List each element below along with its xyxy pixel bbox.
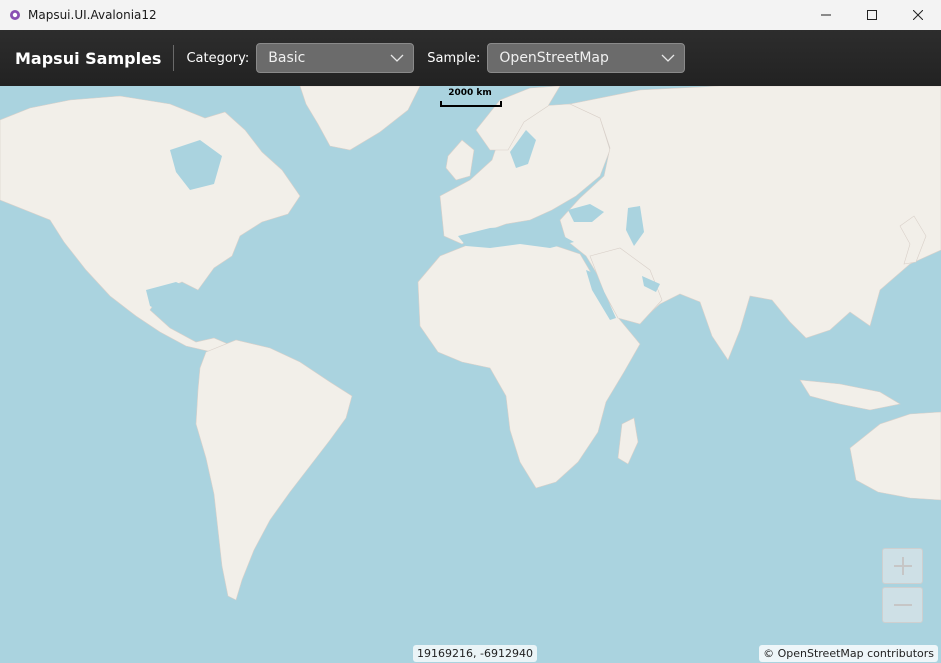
- chevron-down-icon: [661, 54, 675, 62]
- scale-bar-line: [440, 101, 502, 107]
- map-view[interactable]: 2000 km: [0, 86, 941, 663]
- landmass-madagascar: [617, 417, 639, 465]
- window-title: Mapsui.UI.Avalonia12: [28, 8, 157, 22]
- landmass-greenland: [299, 86, 421, 151]
- scale-label: 2000 km: [448, 88, 492, 98]
- landmass-australia: [849, 411, 941, 501]
- category-dropdown[interactable]: Basic: [256, 43, 415, 73]
- toolbar: Mapsui Samples Category: Basic Sample: O…: [0, 30, 941, 86]
- scale-bar: 2000 km: [440, 88, 502, 107]
- minimize-icon: [821, 14, 831, 16]
- toolbar-divider: [173, 45, 175, 71]
- minimize-button[interactable]: [803, 0, 849, 30]
- maximize-icon: [867, 10, 877, 20]
- sample-dropdown[interactable]: OpenStreetMap: [487, 43, 686, 73]
- zoom-control: [882, 548, 923, 626]
- sample-value: OpenStreetMap: [499, 50, 609, 66]
- landmass-south-america: [195, 339, 353, 601]
- category-label: Category:: [186, 50, 250, 66]
- brand-title: Mapsui Samples: [15, 48, 162, 68]
- landmass-british-isles: [445, 139, 475, 181]
- maximize-button[interactable]: [849, 0, 895, 30]
- category-value: Basic: [268, 50, 306, 66]
- landmass-indonesia: [799, 379, 901, 411]
- bay-of-bengal: [752, 300, 780, 336]
- title-bar: Mapsui.UI.Avalonia12: [0, 0, 941, 30]
- coordinate-readout: 19169216, -6912940: [413, 645, 537, 662]
- landmass-north-america: [0, 95, 301, 353]
- world-map-tiles: [0, 86, 941, 601]
- sample-label: Sample:: [427, 50, 481, 66]
- zoom-out-button[interactable]: [882, 587, 923, 623]
- minus-icon: [893, 604, 912, 606]
- chevron-down-icon: [390, 54, 404, 62]
- close-icon: [913, 10, 923, 20]
- zoom-in-button[interactable]: [882, 548, 923, 584]
- map-attribution[interactable]: © OpenStreetMap contributors: [759, 645, 938, 662]
- close-button[interactable]: [895, 0, 941, 30]
- app-icon: [9, 9, 21, 21]
- plus-icon: [893, 557, 912, 575]
- window-controls: [803, 0, 941, 30]
